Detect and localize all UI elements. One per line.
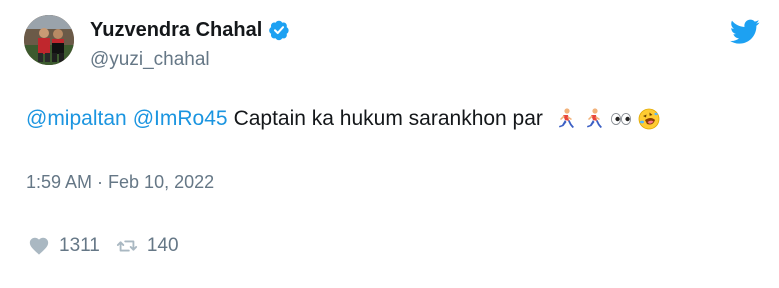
like-count: 1311 [59, 235, 100, 256]
retweet-icon[interactable] [116, 235, 138, 257]
runner-emoji-icon [553, 107, 577, 131]
rofl-emoji-icon [637, 107, 661, 131]
author-name-row: Yuzvendra Chahal [90, 18, 290, 42]
tweet-timestamp[interactable]: 1:59 AM · Feb 10, 2022 [26, 172, 214, 193]
runner-emoji-icon [581, 107, 605, 131]
heart-icon[interactable] [28, 235, 50, 257]
author-handle[interactable]: @yuzi_chahal [90, 49, 210, 71]
tweet-text: @mipaltan @ImRo45 Captain ka hukum saran… [26, 105, 661, 133]
mention-link[interactable]: @ImRo45 [133, 105, 228, 133]
twitter-bird-icon[interactable] [730, 19, 760, 45]
engagement-bar: 1311 140 [28, 235, 179, 257]
tweet-body-text: Captain ka hukum sarankhon par [233, 107, 543, 130]
mention-link[interactable]: @mipaltan [26, 105, 127, 133]
retweet-count: 140 [146, 235, 179, 256]
display-name[interactable]: Yuzvendra Chahal [90, 18, 262, 42]
retweet-group: 140 [116, 235, 179, 257]
eyes-emoji-icon [609, 107, 633, 131]
avatar[interactable] [24, 15, 74, 65]
verified-badge-icon [268, 19, 290, 41]
